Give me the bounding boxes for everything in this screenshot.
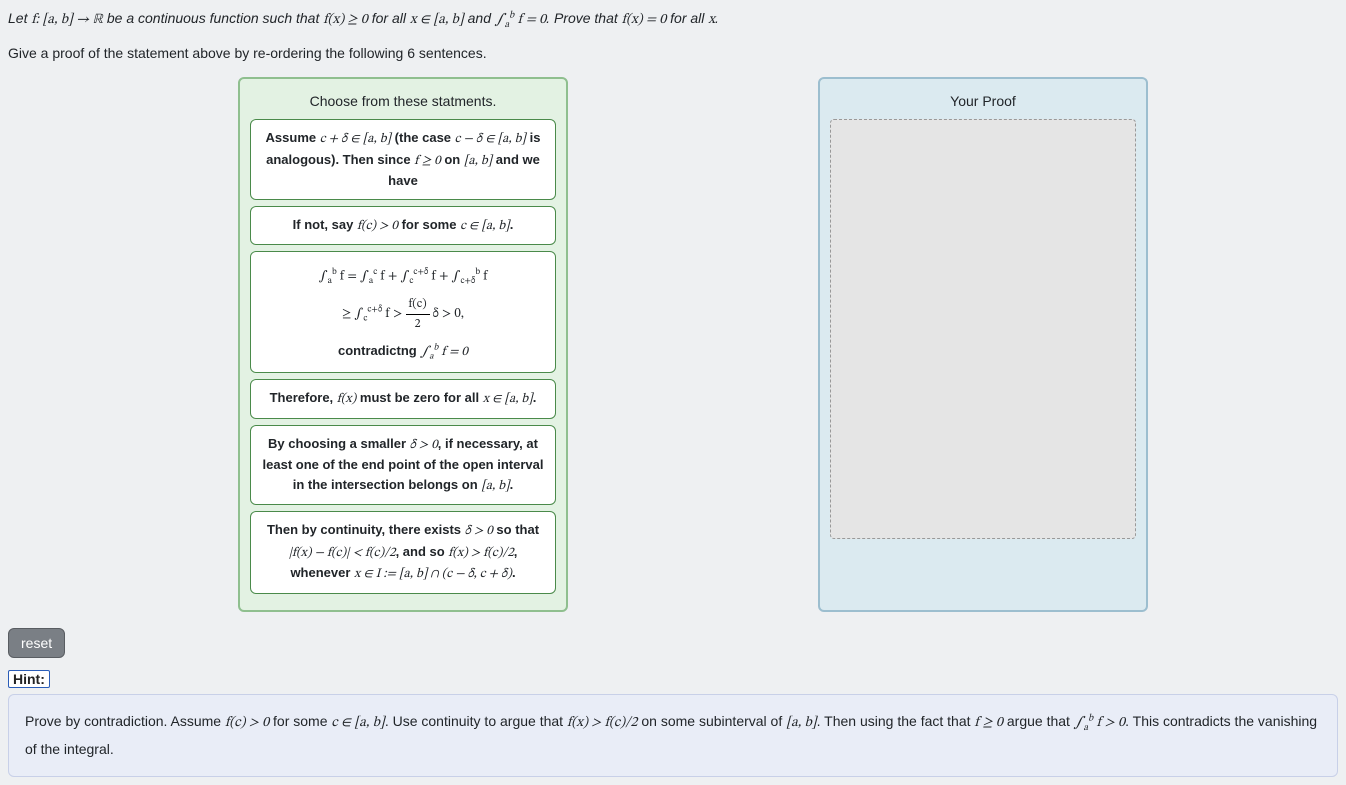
- source-panel-header: Choose from these statments.: [250, 89, 556, 119]
- proof-columns: Choose from these statments. Assume c + …: [8, 77, 1338, 611]
- instruction-text: Give a proof of the statement above by r…: [8, 45, 1338, 61]
- source-panel: Choose from these statments. Assume c + …: [238, 77, 568, 611]
- statement-card[interactable]: By choosing a smaller δ > 0, if necessar…: [250, 425, 556, 506]
- statement-card[interactable]: ∫ab f = ∫ac f + ∫cc+δ f + ∫c+δb f ≥ ∫cc+…: [250, 251, 556, 373]
- equation-line: ∫ab f = ∫ac f + ∫cc+δ f + ∫c+δb f: [261, 266, 545, 289]
- hint-content: Prove by contradiction. Assume f(c) > 0 …: [8, 694, 1338, 778]
- reset-button[interactable]: reset: [8, 628, 65, 658]
- statement-card[interactable]: If not, say f(c) > 0 for some c ∈ [a, b]…: [250, 206, 556, 246]
- equation-line: ≥ ∫cc+δ f > f(c)2 δ > 0,: [261, 295, 545, 333]
- problem-statement: Let f: [a, b] → ℝ be a continuous functi…: [8, 8, 1338, 33]
- target-panel: Your Proof: [818, 77, 1148, 611]
- integral-condition: ∫ab f = 0: [495, 13, 546, 27]
- target-panel-header: Your Proof: [830, 89, 1136, 119]
- statement-card[interactable]: Therefore, f(x) must be zero for all x ∈…: [250, 379, 556, 419]
- hint-toggle[interactable]: Hint:: [8, 670, 50, 688]
- statement-card[interactable]: Then by continuity, there exists δ > 0 s…: [250, 511, 556, 594]
- proof-dropzone[interactable]: [830, 119, 1136, 539]
- statement-card[interactable]: Assume c + δ ∈ [a, b] (the case c − δ ∈ …: [250, 119, 556, 200]
